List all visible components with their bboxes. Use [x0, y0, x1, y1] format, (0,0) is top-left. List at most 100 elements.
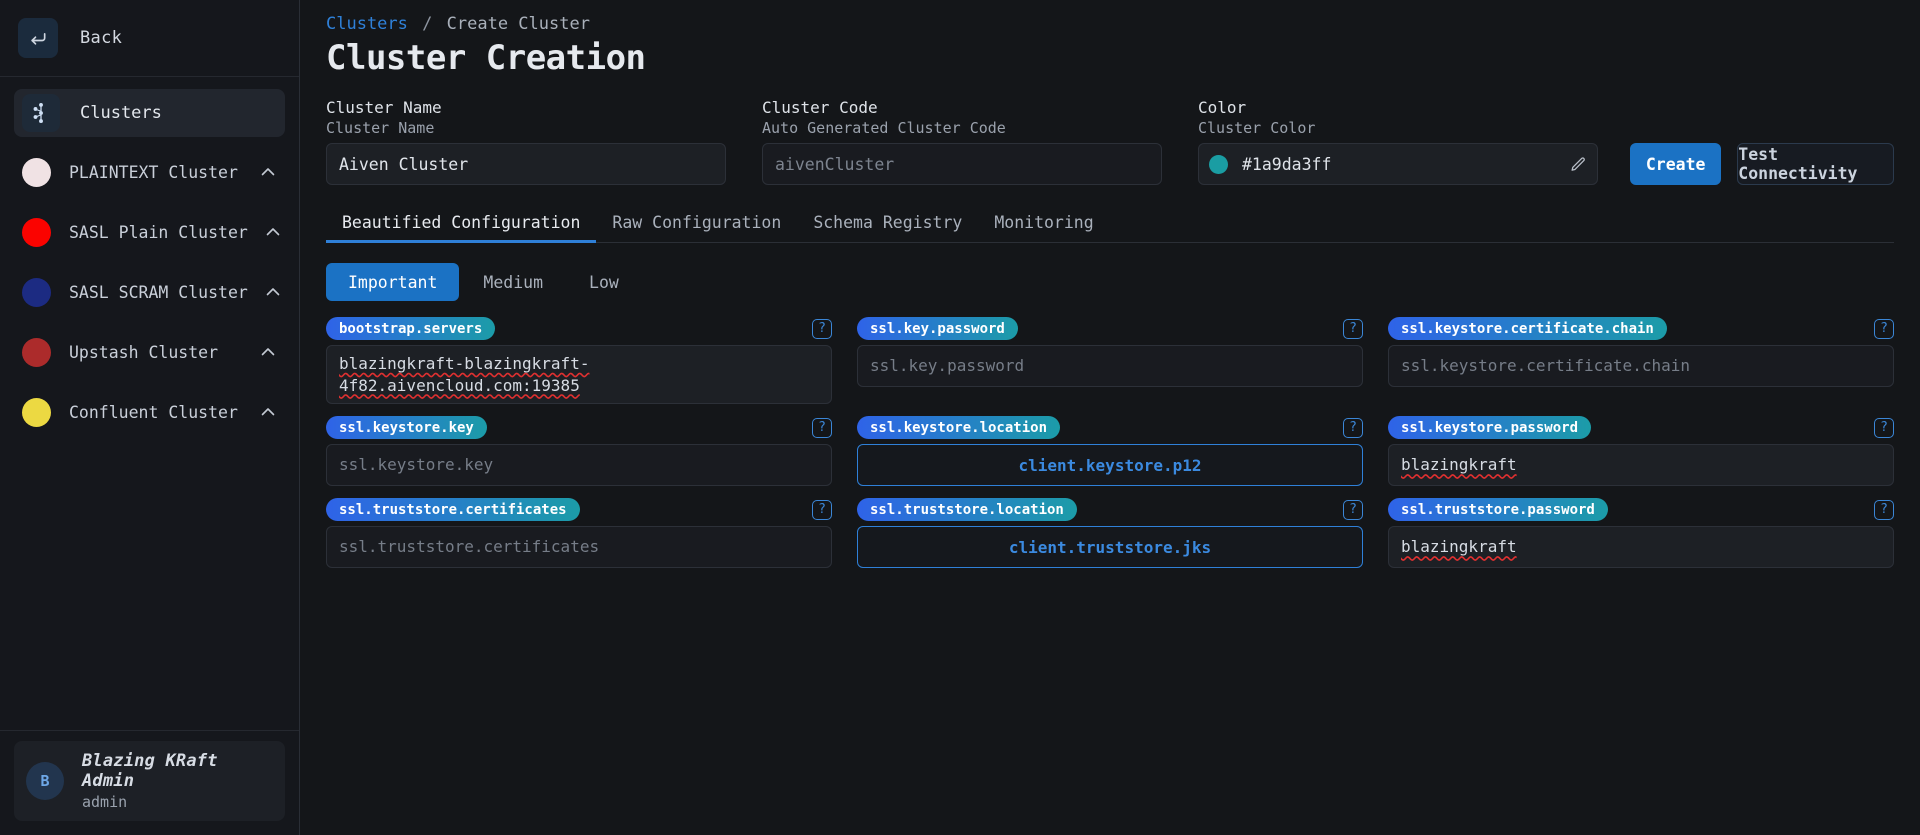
color-swatch — [1209, 154, 1228, 174]
config-input[interactable]: blazingkraft-blazingkraft-4f82.aivenclou… — [326, 345, 832, 405]
pencil-icon[interactable] — [1570, 156, 1587, 173]
color-value: #1a9da3ff — [1242, 154, 1332, 174]
color-subtitle: Cluster Color — [1198, 119, 1316, 137]
priority-low[interactable]: Low — [567, 263, 641, 301]
user-name: Blazing KRaft Admin — [82, 751, 218, 791]
cluster-code-subtitle: Auto Generated Cluster Code — [762, 119, 1006, 137]
priority-filter-group: Important Medium Low — [326, 263, 1894, 301]
arrow-left-icon[interactable] — [18, 18, 58, 58]
cluster-name-title: Cluster Name — [326, 98, 442, 117]
breadcrumb-link-clusters[interactable]: Clusters — [326, 14, 408, 34]
config-key-badge: ssl.truststore.location — [857, 498, 1077, 522]
config-field-header: ssl.keystore.key? — [326, 416, 832, 440]
config-file-button[interactable]: client.truststore.jks — [857, 526, 1363, 569]
sidebar-cluster-list: PLAINTEXT Cluster SASL Plain Cluster SASL … — [14, 147, 285, 437]
cluster-color-dot — [22, 157, 51, 187]
config-field-header: bootstrap.servers? — [326, 317, 832, 340]
tab-raw-configuration[interactable]: Raw Configuration — [596, 205, 797, 242]
config-field: ssl.keystore.certificate.chain? ssl.keyst… — [1388, 317, 1894, 404]
config-key-badge: ssl.truststore.certificates — [326, 498, 580, 522]
config-field: ssl.keystore.password? blazingkraft — [1388, 416, 1894, 487]
chevron-up-icon[interactable] — [266, 287, 280, 297]
help-icon[interactable]: ? — [1874, 417, 1894, 438]
config-key-badge: ssl.key.password — [857, 317, 1018, 340]
cluster-name-field: Cluster Name Cluster Name Aiven Cluster — [326, 98, 726, 185]
config-field: ssl.truststore.certificates? ssl.truststo… — [326, 498, 832, 569]
priority-medium[interactable]: Medium — [461, 263, 565, 301]
config-field: ssl.truststore.password? blazingkraft — [1388, 498, 1894, 569]
cluster-item-label: Upstash Cluster — [69, 342, 219, 362]
main-content: Clusters / Create Cluster Cluster Creati… — [300, 0, 1920, 835]
help-icon[interactable]: ? — [1874, 499, 1894, 520]
color-input[interactable]: #1a9da3ff — [1198, 143, 1598, 185]
config-file-button[interactable]: client.keystore.p12 — [857, 444, 1363, 487]
cluster-color-field: Color Cluster Color #1a9da3ff — [1198, 98, 1598, 185]
config-field-header: ssl.truststore.certificates? — [326, 498, 832, 522]
config-input[interactable]: blazingkraft — [1388, 444, 1894, 487]
config-key-badge: ssl.keystore.location — [857, 416, 1061, 440]
chevron-up-icon[interactable] — [261, 167, 275, 177]
cluster-item-label: Confluent Cluster — [69, 402, 238, 422]
sidebar-cluster-item[interactable]: SASL SCRAM Cluster — [14, 267, 285, 317]
config-field-header: ssl.key.password? — [857, 317, 1363, 340]
test-connectivity-button[interactable]: Test Connectivity — [1737, 143, 1894, 185]
cluster-color-dot — [22, 277, 51, 307]
create-button[interactable]: Create — [1630, 143, 1722, 185]
cluster-code-input[interactable]: aivenCluster — [762, 143, 1162, 185]
help-icon[interactable]: ? — [1343, 318, 1363, 339]
chevron-up-icon[interactable] — [266, 227, 280, 237]
cluster-color-dot — [22, 217, 51, 247]
chevron-up-icon[interactable] — [261, 347, 275, 357]
config-field: ssl.truststore.location? client.truststor… — [857, 498, 1363, 569]
config-input-value: blazingkraft-blazingkraft-4f82.aivenclou… — [339, 354, 590, 395]
tab-schema-registry[interactable]: Schema Registry — [797, 205, 978, 242]
avatar: B — [26, 762, 64, 800]
config-input[interactable]: ssl.keystore.certificate.chain — [1388, 345, 1894, 387]
sidebar-cluster-item[interactable]: SASL Plain Cluster — [14, 207, 285, 257]
config-field-header: ssl.keystore.certificate.chain? — [1388, 317, 1894, 340]
sidebar-cluster-item[interactable]: PLAINTEXT Cluster — [14, 147, 285, 197]
back-navigation[interactable]: Back — [0, 0, 299, 77]
chevron-up-icon[interactable] — [261, 407, 275, 417]
help-icon[interactable]: ? — [1343, 417, 1363, 438]
tab-monitoring[interactable]: Monitoring — [978, 205, 1109, 242]
tab-beautified-configuration[interactable]: Beautified Configuration — [326, 205, 597, 243]
config-input[interactable]: ssl.truststore.certificates — [326, 526, 832, 569]
cluster-item-label: SASL SCRAM Cluster — [69, 282, 248, 302]
config-input[interactable]: ssl.key.password — [857, 345, 1363, 387]
sidebar-cluster-item[interactable]: Upstash Cluster — [14, 327, 285, 377]
config-key-badge: bootstrap.servers — [326, 317, 496, 340]
config-field-header: ssl.keystore.password? — [1388, 416, 1894, 440]
cluster-name-input[interactable]: Aiven Cluster — [326, 143, 726, 185]
config-input[interactable]: ssl.keystore.key — [326, 444, 832, 487]
help-icon[interactable]: ? — [1343, 499, 1363, 520]
sidebar-footer: B Blazing KRaft Admin admin — [0, 730, 299, 835]
config-key-badge: ssl.keystore.password — [1388, 416, 1592, 440]
help-icon[interactable]: ? — [1874, 318, 1894, 339]
config-field: ssl.key.password? ssl.key.password — [857, 317, 1363, 404]
priority-important[interactable]: Important — [326, 263, 460, 301]
sidebar: Back Clusters PLAINTEXT Cluster SASL Plai… — [0, 0, 300, 835]
app-root: Back Clusters PLAINTEXT Cluster SASL Plai… — [0, 0, 1920, 835]
cluster-code-field: Cluster Code Auto Generated Cluster Code… — [762, 98, 1162, 185]
config-key-badge: ssl.keystore.key — [326, 416, 487, 440]
breadcrumb-current: Create Cluster — [446, 14, 590, 34]
sidebar-item-clusters[interactable]: Clusters — [14, 89, 285, 137]
help-icon[interactable]: ? — [812, 417, 832, 438]
user-account-card[interactable]: B Blazing KRaft Admin admin — [14, 741, 285, 821]
help-icon[interactable]: ? — [812, 318, 832, 339]
breadcrumb: Clusters / Create Cluster — [326, 14, 1894, 34]
page-title: Cluster Creation — [326, 38, 646, 78]
config-input[interactable]: blazingkraft — [1388, 526, 1894, 569]
config-field-header: ssl.keystore.location? — [857, 416, 1363, 440]
kafka-cluster-icon — [22, 94, 60, 132]
sidebar-cluster-item[interactable]: Confluent Cluster — [14, 387, 285, 437]
config-key-badge: ssl.truststore.password — [1388, 498, 1608, 522]
back-label: Back — [80, 28, 123, 48]
cluster-name-subtitle: Cluster Name — [326, 119, 435, 137]
sidebar-nav: Clusters PLAINTEXT Cluster SASL Plain Clu… — [0, 77, 299, 730]
configuration-tabs: Beautified Configuration Raw Configuratio… — [326, 205, 1894, 243]
config-key-badge: ssl.keystore.certificate.chain — [1388, 317, 1667, 340]
user-role: admin — [82, 793, 128, 811]
help-icon[interactable]: ? — [812, 499, 832, 520]
